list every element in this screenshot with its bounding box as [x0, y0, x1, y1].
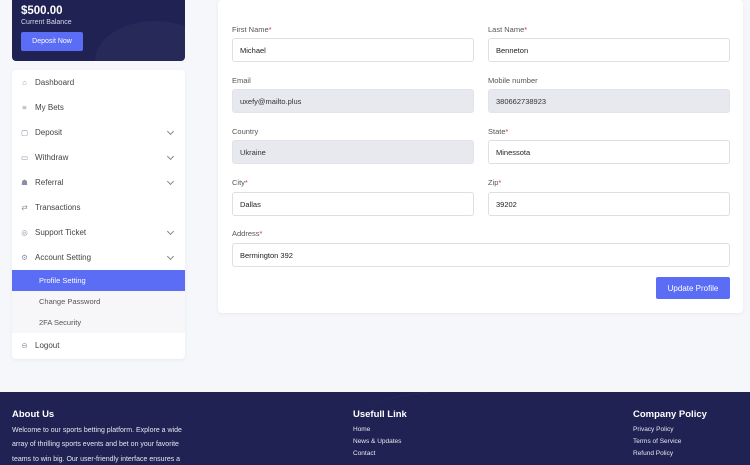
- sidebar-subitem-2fa-security[interactable]: 2FA Security: [12, 312, 185, 333]
- first-name-input[interactable]: [232, 38, 474, 62]
- last-name-input[interactable]: [488, 38, 730, 62]
- required-mark: *: [498, 178, 502, 187]
- required-mark: *: [268, 25, 272, 34]
- required-mark: *: [244, 178, 248, 187]
- balance-card: $500.00 Current Balance Deposit Now: [12, 0, 185, 61]
- sidebar-item-support-ticket[interactable]: ◎ Support Ticket: [12, 220, 185, 244]
- sidebar-item-label: Logout: [35, 340, 60, 350]
- state-input[interactable]: [488, 140, 730, 164]
- ticket-icon: ◎: [21, 227, 28, 237]
- zip-input[interactable]: [488, 192, 730, 216]
- chevron-down-icon: [166, 177, 175, 186]
- balance-amount: $500.00: [21, 5, 63, 17]
- sidebar-item-referral[interactable]: ☗ Referral: [12, 170, 185, 194]
- sidebar-item-label: Deposit: [35, 127, 63, 137]
- sidebar-item-label: Transactions: [35, 202, 81, 212]
- home-icon: ⌂: [22, 77, 27, 87]
- sidebar-item-label: Withdraw: [35, 152, 69, 162]
- footer-link-privacy[interactable]: Privacy Policy: [633, 426, 673, 433]
- mobile-label: Mobile number: [488, 76, 538, 85]
- footer: About Us Welcome to our sports betting p…: [0, 392, 750, 465]
- sidebar-item-transactions[interactable]: ⇄ Transactions: [12, 195, 185, 219]
- update-profile-button[interactable]: Update Profile: [656, 277, 730, 299]
- required-mark: *: [505, 127, 509, 136]
- wallet-icon: ▢: [20, 127, 29, 137]
- footer-about-line: Welcome to our sports betting platform. …: [12, 427, 182, 434]
- footer-link-news[interactable]: News & Updates: [353, 438, 401, 445]
- footer-link-home[interactable]: Home: [353, 426, 370, 433]
- last-name-label: Last Name*: [488, 25, 528, 34]
- chevron-down-icon: [166, 127, 175, 136]
- address-label: Address*: [232, 229, 263, 238]
- chevron-down-icon: [166, 152, 175, 161]
- city-input[interactable]: [232, 192, 474, 216]
- country-field[interactable]: [232, 140, 474, 164]
- balance-caption: Current Balance: [21, 19, 72, 26]
- chevron-down-icon: [166, 227, 175, 236]
- transfer-icon: ⇄: [21, 202, 28, 212]
- settings-icon: ⚙: [21, 252, 28, 262]
- footer-policy-title: Company Policy: [633, 409, 707, 420]
- required-mark: *: [259, 229, 263, 238]
- sidebar-item-my-bets[interactable]: ≡ My Bets: [12, 95, 185, 119]
- sidebar-item-label: Support Ticket: [35, 227, 87, 237]
- city-label: City*: [232, 178, 248, 187]
- footer-about-title: About Us: [12, 409, 55, 420]
- email-field[interactable]: [232, 89, 474, 113]
- footer-link-refund[interactable]: Refund Policy: [633, 450, 673, 457]
- sidebar-item-deposit[interactable]: ▢ Deposit: [12, 120, 185, 144]
- sidebar-item-label: My Bets: [35, 102, 64, 112]
- sidebar-subitem-profile-setting[interactable]: Profile Setting: [12, 270, 185, 291]
- list-icon: ≡: [22, 102, 27, 112]
- mobile-field[interactable]: [488, 89, 730, 113]
- required-mark: *: [524, 25, 528, 34]
- footer-links-title: Usefull Link: [353, 409, 407, 420]
- sidebar-item-account-setting[interactable]: ⚙ Account Setting: [12, 245, 185, 269]
- footer-about-text: Welcome to our sports betting platform. …: [12, 424, 242, 465]
- users-icon: ☗: [21, 177, 28, 187]
- sidebar-item-withdraw[interactable]: ▭ Withdraw: [12, 145, 185, 169]
- profile-form-card: First Name* Last Name* Email Mobile numb…: [218, 0, 743, 313]
- email-label: Email: [232, 76, 251, 85]
- footer-about-line: array of thrilling sports events and bet…: [12, 441, 179, 449]
- zip-label: Zip*: [488, 178, 502, 187]
- footer-link-contact[interactable]: Contact: [353, 450, 375, 457]
- sidebar-subitem-change-password[interactable]: Change Password: [12, 291, 185, 312]
- footer-link-terms[interactable]: Terms of Service: [633, 438, 681, 445]
- sidebar-item-label: Dashboard: [35, 77, 75, 87]
- state-label: State*: [488, 127, 509, 136]
- sidebar-item-logout[interactable]: ⊖ Logout: [12, 333, 185, 357]
- footer-about-line: teams to win big. Our user-friendly inte…: [12, 455, 181, 463]
- first-name-label: First Name*: [232, 25, 272, 34]
- sidebar-item-label: Account Setting: [35, 252, 92, 262]
- chevron-down-icon: [166, 252, 175, 261]
- logout-icon: ⊖: [21, 340, 28, 350]
- sidebar-item-dashboard[interactable]: ⌂ Dashboard: [12, 70, 185, 94]
- sidebar-item-label: Referral: [35, 177, 64, 187]
- cash-icon: ▭: [20, 152, 29, 162]
- country-label: Country: [232, 127, 259, 136]
- address-input[interactable]: [232, 243, 730, 267]
- sidebar: ⌂ Dashboard ≡ My Bets ▢ Deposit ▭ Withdr…: [12, 70, 185, 359]
- deposit-now-button[interactable]: Deposit Now: [21, 32, 83, 51]
